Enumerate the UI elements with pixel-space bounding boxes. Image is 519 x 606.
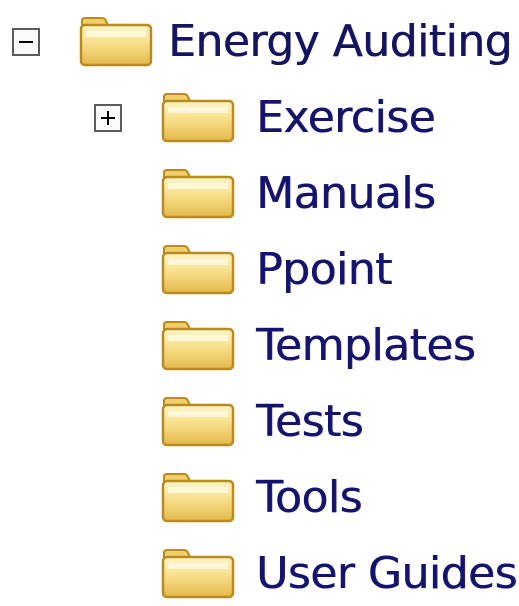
tree-node-label: User Guides — [256, 548, 517, 599]
tree-node-user-guides[interactable]: User Guides — [0, 544, 519, 604]
folder-icon — [160, 243, 236, 297]
collapse-toggle[interactable] — [12, 28, 40, 56]
tree-node-ppoint[interactable]: Ppoint — [0, 240, 519, 300]
tree-node-label: Tools — [256, 472, 362, 523]
folder-icon — [160, 395, 236, 449]
folder-icon — [160, 167, 236, 221]
tree-node-energy-auditing[interactable]: Energy Auditing — [0, 12, 519, 72]
expand-toggle[interactable] — [94, 104, 122, 132]
folder-icon — [160, 319, 236, 373]
minus-icon — [19, 41, 33, 43]
folder-icon — [78, 15, 154, 69]
plus-icon — [101, 111, 115, 125]
folder-tree: Energy Auditing Exercise Manuals Ppoint … — [0, 0, 519, 606]
tree-node-templates[interactable]: Templates — [0, 316, 519, 376]
tree-node-tools[interactable]: Tools — [0, 468, 519, 528]
tree-node-manuals[interactable]: Manuals — [0, 164, 519, 224]
tree-node-tests[interactable]: Tests — [0, 392, 519, 452]
folder-icon — [160, 547, 236, 601]
tree-node-exercise[interactable]: Exercise — [0, 88, 519, 148]
tree-node-label: Manuals — [256, 168, 436, 219]
tree-node-label: Templates — [256, 320, 476, 371]
folder-icon — [160, 91, 236, 145]
folder-icon — [160, 471, 236, 525]
tree-node-label: Tests — [256, 396, 364, 447]
tree-node-label: Energy Auditing — [168, 16, 512, 67]
tree-node-label: Exercise — [256, 92, 436, 143]
tree-node-label: Ppoint — [256, 244, 392, 295]
